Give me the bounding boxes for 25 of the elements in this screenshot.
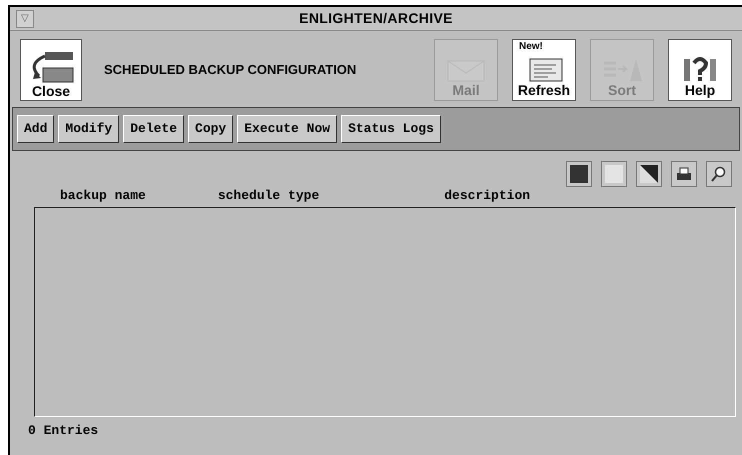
action-button[interactable]: Status Logs <box>341 115 441 143</box>
half-shade-icon <box>640 165 658 183</box>
action-button[interactable]: Copy <box>188 115 234 143</box>
help-button[interactable]: Help <box>668 39 732 101</box>
magnifier-icon <box>711 166 727 182</box>
printer-icon <box>676 167 692 181</box>
dark-shade-button[interactable] <box>566 161 592 187</box>
window-title: ENLIGHTEN/ARCHIVE <box>299 9 453 28</box>
entry-count: 0 Entries <box>28 422 100 440</box>
column-header: description <box>444 186 530 204</box>
search-button[interactable] <box>706 161 732 187</box>
window-menu-button[interactable]: ▽ <box>16 10 34 28</box>
print-button[interactable] <box>671 161 697 187</box>
close-button[interactable]: Close <box>20 39 82 101</box>
column-header: schedule type <box>218 186 320 204</box>
refresh-button[interactable]: New! Refresh <box>512 39 576 101</box>
action-button[interactable]: Add <box>17 115 54 143</box>
new-badge: New! <box>519 42 543 52</box>
action-button[interactable]: Execute Now <box>237 115 338 143</box>
light-shade-button[interactable] <box>601 161 627 187</box>
action-button[interactable]: Delete <box>123 115 184 143</box>
action-button[interactable]: Modify <box>58 115 120 143</box>
contrast-button[interactable] <box>636 161 662 187</box>
column-header: backup name <box>60 186 146 204</box>
page-heading: SCHEDULED BACKUP CONFIGURATION <box>104 61 358 80</box>
